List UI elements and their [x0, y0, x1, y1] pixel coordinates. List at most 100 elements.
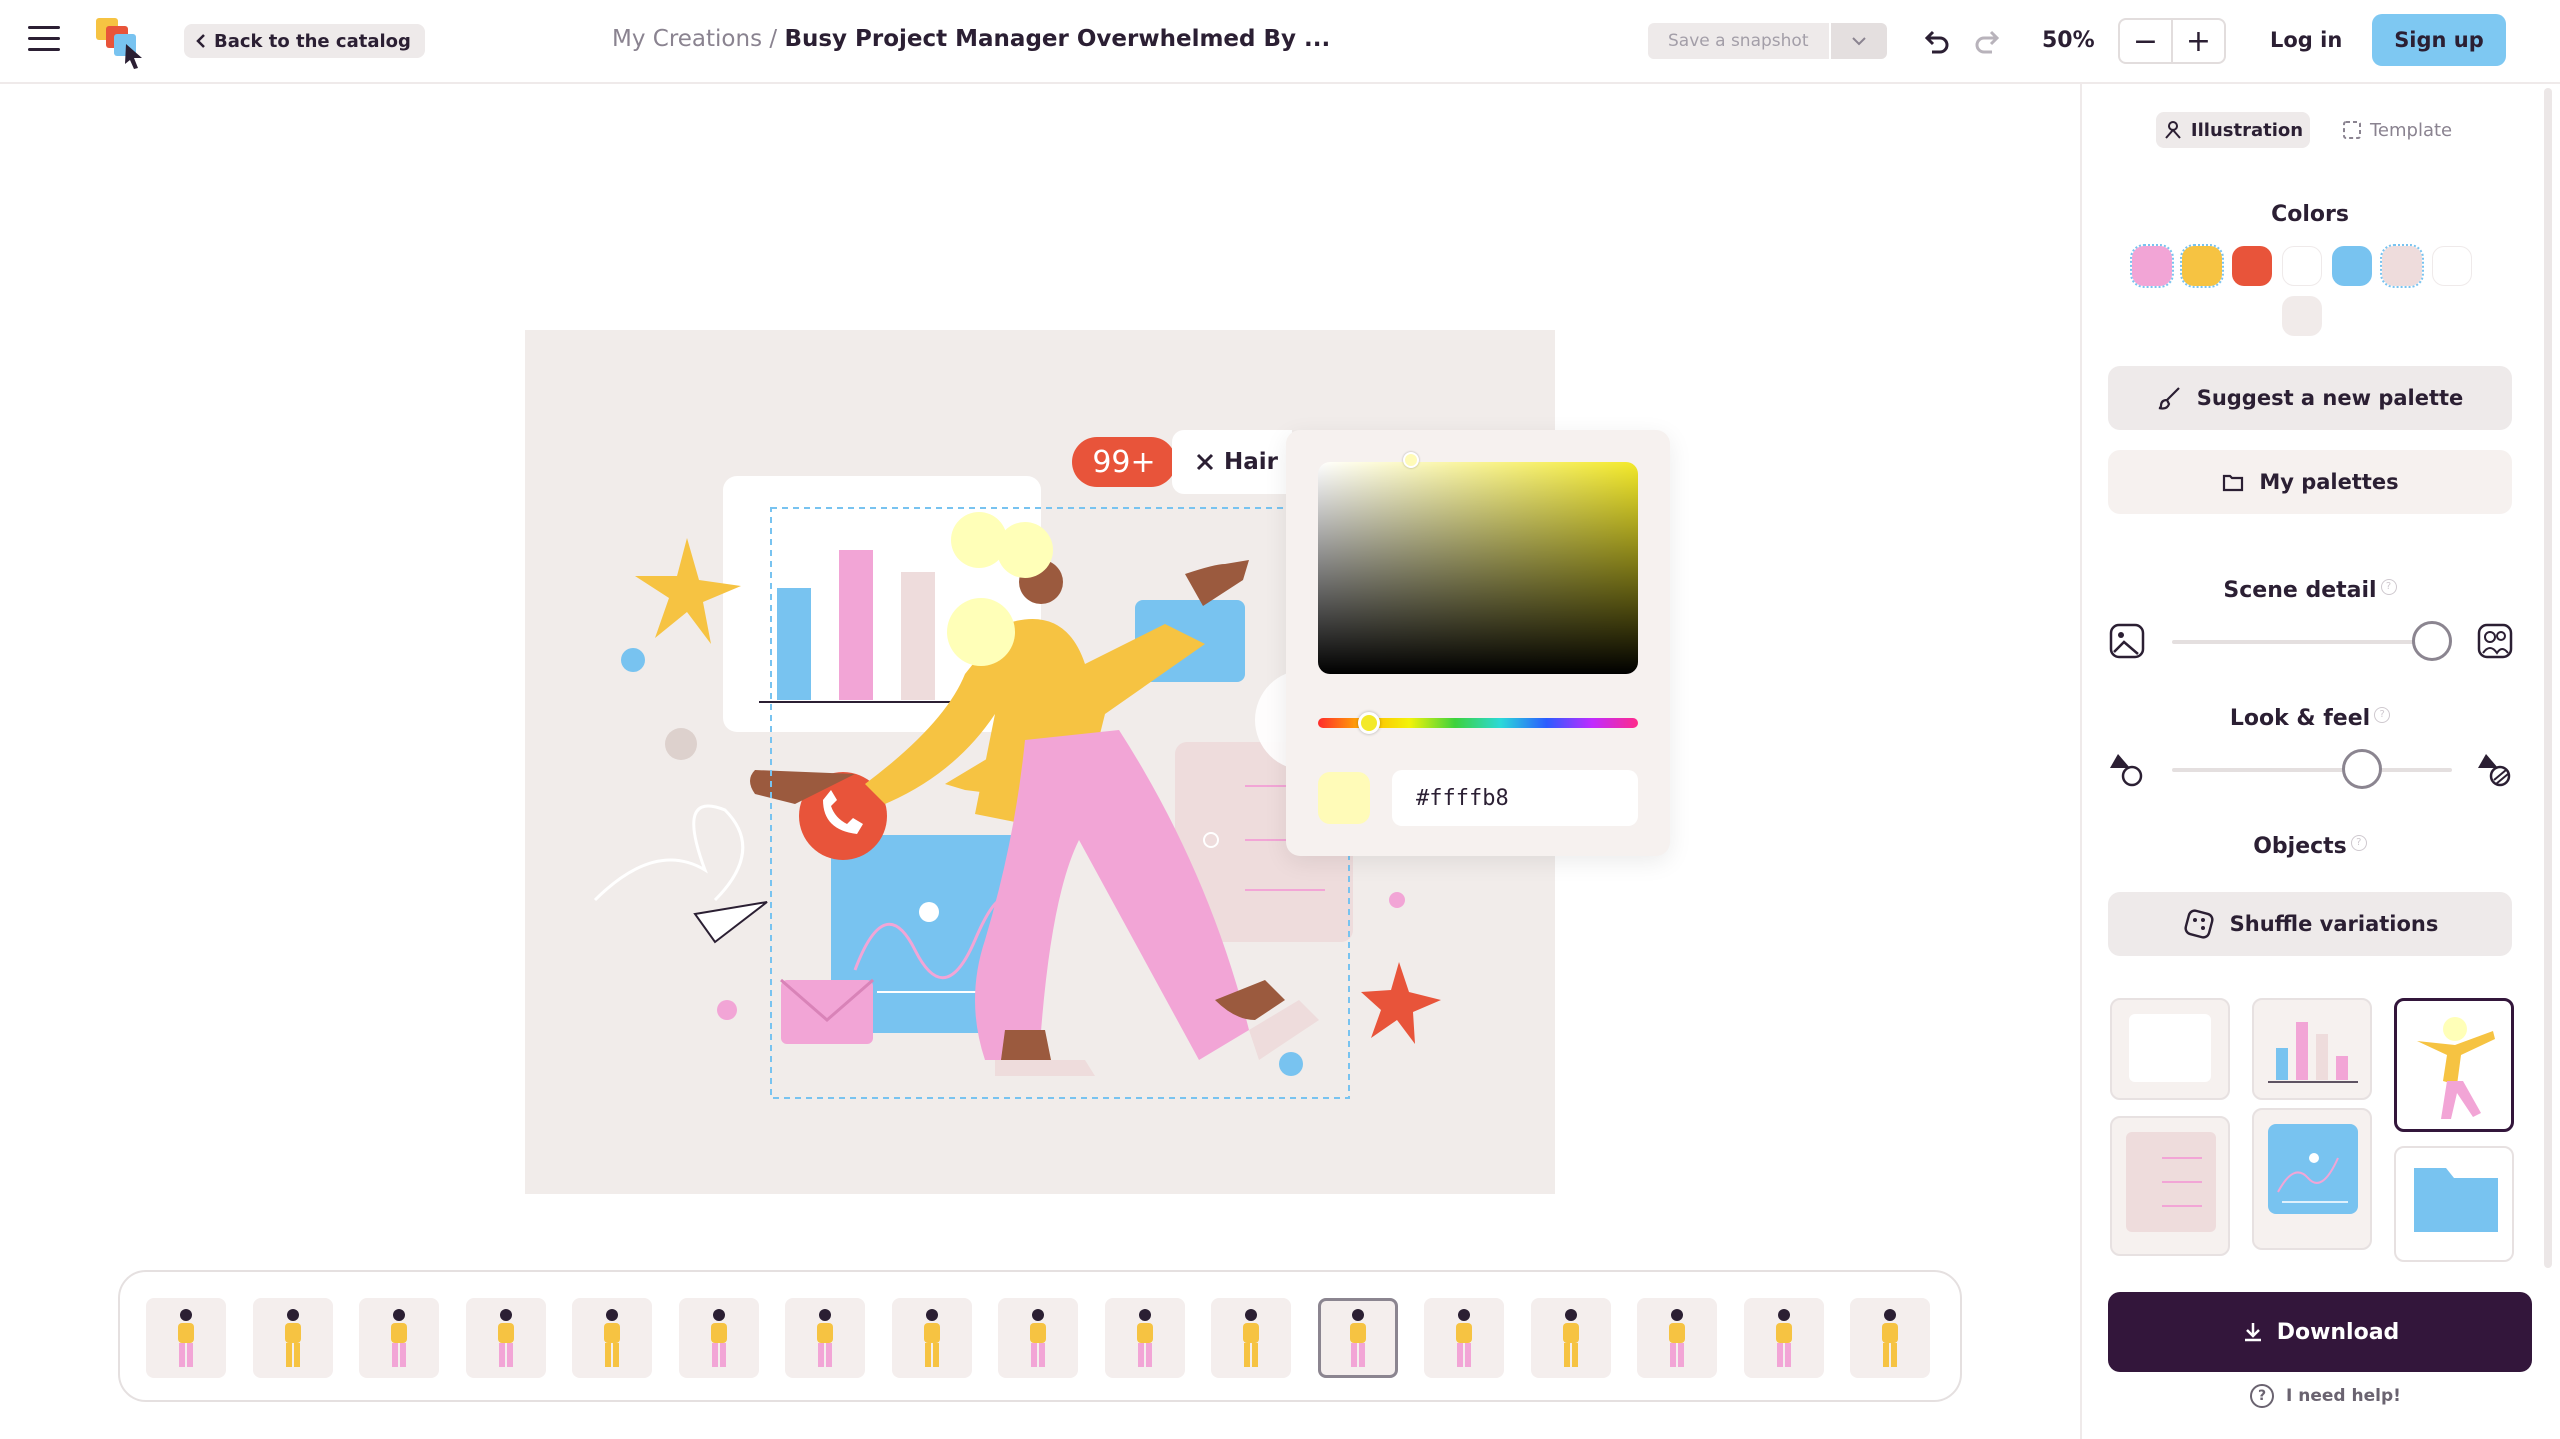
- object-thumbnail: [2129, 1014, 2211, 1082]
- saturation-value-handle[interactable]: [1403, 452, 1419, 468]
- flat-style-icon: [2110, 754, 2143, 787]
- snapshot-dropdown-button[interactable]: [1830, 23, 1887, 59]
- my-palettes-label: My palettes: [2259, 470, 2399, 494]
- info-icon[interactable]: ?: [2374, 706, 2391, 723]
- palette-swatch[interactable]: [2282, 296, 2322, 336]
- pose-thumbnail[interactable]: [1211, 1298, 1291, 1378]
- scene-detail-slider[interactable]: [2172, 621, 2453, 661]
- pose-figure: [1030, 1309, 1046, 1367]
- login-link[interactable]: Log in: [2270, 28, 2342, 52]
- shuffle-variations-button[interactable]: Shuffle variations: [2108, 892, 2512, 956]
- object-card-graph[interactable]: [2252, 1108, 2372, 1250]
- pose-figure: [817, 1309, 833, 1367]
- close-icon[interactable]: [1196, 453, 1214, 471]
- saturation-value-field[interactable]: [1318, 462, 1638, 674]
- pose-thumbnail[interactable]: [465, 1298, 546, 1378]
- my-palettes-button[interactable]: My palettes: [2108, 450, 2512, 514]
- textured-style-icon: [2478, 754, 2511, 787]
- pose-thumbnail[interactable]: [998, 1298, 1078, 1378]
- help-link[interactable]: ? I need help!: [2250, 1384, 2401, 1408]
- pose-thumbnail[interactable]: [146, 1298, 226, 1378]
- pose-thumbnail[interactable]: [678, 1298, 759, 1378]
- object-card-chart[interactable]: [2252, 998, 2372, 1100]
- tab-template-label: Template: [2370, 119, 2453, 141]
- pose-figure: [1669, 1309, 1685, 1367]
- color-preview-swatch: [1318, 772, 1370, 824]
- pose-thumbnail[interactable]: [1104, 1298, 1185, 1378]
- zoom-control: − +: [2118, 18, 2226, 64]
- download-icon: [2244, 1323, 2261, 1342]
- zoom-in-button[interactable]: +: [2173, 20, 2224, 62]
- palette-swatch[interactable]: [2232, 246, 2272, 286]
- object-card-folder[interactable]: [2394, 1146, 2514, 1262]
- dice-icon: [2184, 909, 2214, 939]
- tab-illustration[interactable]: Illustration: [2156, 112, 2310, 148]
- object-card-list[interactable]: [2110, 1116, 2230, 1256]
- selected-layer-chip: Hair: [1172, 430, 1292, 494]
- chevron-down-icon: [1851, 37, 1866, 46]
- redo-icon[interactable]: [1970, 24, 2006, 60]
- pose-thumbnail[interactable]: [1743, 1298, 1824, 1378]
- notification-badge: 99+: [1072, 437, 1176, 487]
- palette-swatch[interactable]: [2130, 244, 2174, 288]
- object-thumbnail: [2126, 1132, 2216, 1232]
- info-icon[interactable]: ?: [2350, 834, 2367, 851]
- pose-figure: [178, 1309, 194, 1367]
- pose-thumbnail[interactable]: [252, 1298, 333, 1378]
- info-icon[interactable]: ?: [2380, 578, 2397, 595]
- pose-thumbnail[interactable]: [572, 1298, 652, 1378]
- pose-thumbnail[interactable]: [1317, 1298, 1398, 1378]
- breadcrumb-parent[interactable]: My Creations: [612, 26, 762, 52]
- look-feel-slider[interactable]: [2172, 749, 2452, 789]
- palette-swatch[interactable]: [2432, 246, 2472, 286]
- hex-color-input[interactable]: [1392, 770, 1638, 826]
- menu-icon[interactable]: [28, 26, 60, 54]
- pose-thumbnail[interactable]: [785, 1298, 865, 1378]
- simple-scene-icon: [2109, 623, 2145, 659]
- pose-figure: [710, 1309, 727, 1367]
- pose-thumbnail[interactable]: [1637, 1298, 1717, 1378]
- palette-swatch[interactable]: [2332, 246, 2372, 286]
- object-thumbnail: [2417, 1017, 2495, 1119]
- shuffle-label: Shuffle variations: [2229, 912, 2439, 936]
- tab-template[interactable]: Template: [2342, 112, 2462, 148]
- pose-figure: [1456, 1309, 1472, 1367]
- app-logo[interactable]: [92, 14, 148, 70]
- back-to-catalog-button[interactable]: Back to the catalog: [184, 24, 425, 58]
- signup-button[interactable]: Sign up: [2372, 14, 2506, 66]
- palette-swatch[interactable]: [2180, 244, 2224, 288]
- breadcrumb-separator: /: [762, 26, 785, 52]
- objects-title: Objects?: [2108, 834, 2512, 859]
- palette-swatch[interactable]: [2380, 244, 2424, 288]
- zoom-out-button[interactable]: −: [2120, 20, 2173, 62]
- save-snapshot-button[interactable]: Save a snapshot: [1648, 23, 1829, 59]
- download-button[interactable]: Download: [2108, 1292, 2532, 1372]
- look-feel-title: Look & feel?: [2108, 706, 2512, 731]
- pose-thumbnail[interactable]: [891, 1298, 972, 1378]
- undo-icon[interactable]: [1918, 24, 1954, 60]
- suggest-palette-label: Suggest a new palette: [2196, 386, 2464, 410]
- panel-scrollbar[interactable]: [2544, 88, 2552, 1268]
- object-card-character[interactable]: [2394, 998, 2514, 1132]
- illustration-icon: [2165, 121, 2181, 139]
- brush-icon: [2158, 387, 2180, 410]
- pose-figure: [497, 1309, 514, 1367]
- help-label: I need help!: [2286, 1386, 2401, 1406]
- pose-thumbnail[interactable]: [359, 1298, 439, 1378]
- colors-title: Colors: [2271, 202, 2349, 227]
- scene-detail-title: Scene detail?: [2108, 578, 2512, 603]
- scene-detail-label: Scene detail: [2223, 578, 2377, 603]
- pose-figure: [1562, 1309, 1579, 1367]
- pose-thumbnail[interactable]: [1850, 1298, 1930, 1378]
- breadcrumb: My Creations / Busy Project Manager Over…: [612, 26, 1330, 52]
- tab-illustration-label: Illustration: [2190, 119, 2304, 141]
- palette-swatch[interactable]: [2282, 246, 2322, 286]
- hue-handle[interactable]: [1358, 712, 1380, 734]
- chevron-left-icon: [196, 34, 205, 48]
- detailed-scene-icon: [2477, 623, 2513, 659]
- object-thumbnail: [2268, 1124, 2358, 1214]
- suggest-palette-button[interactable]: Suggest a new palette: [2108, 366, 2512, 430]
- pose-thumbnail[interactable]: [1530, 1298, 1611, 1378]
- pose-thumbnail[interactable]: [1424, 1298, 1504, 1378]
- object-card-blank[interactable]: [2110, 998, 2230, 1100]
